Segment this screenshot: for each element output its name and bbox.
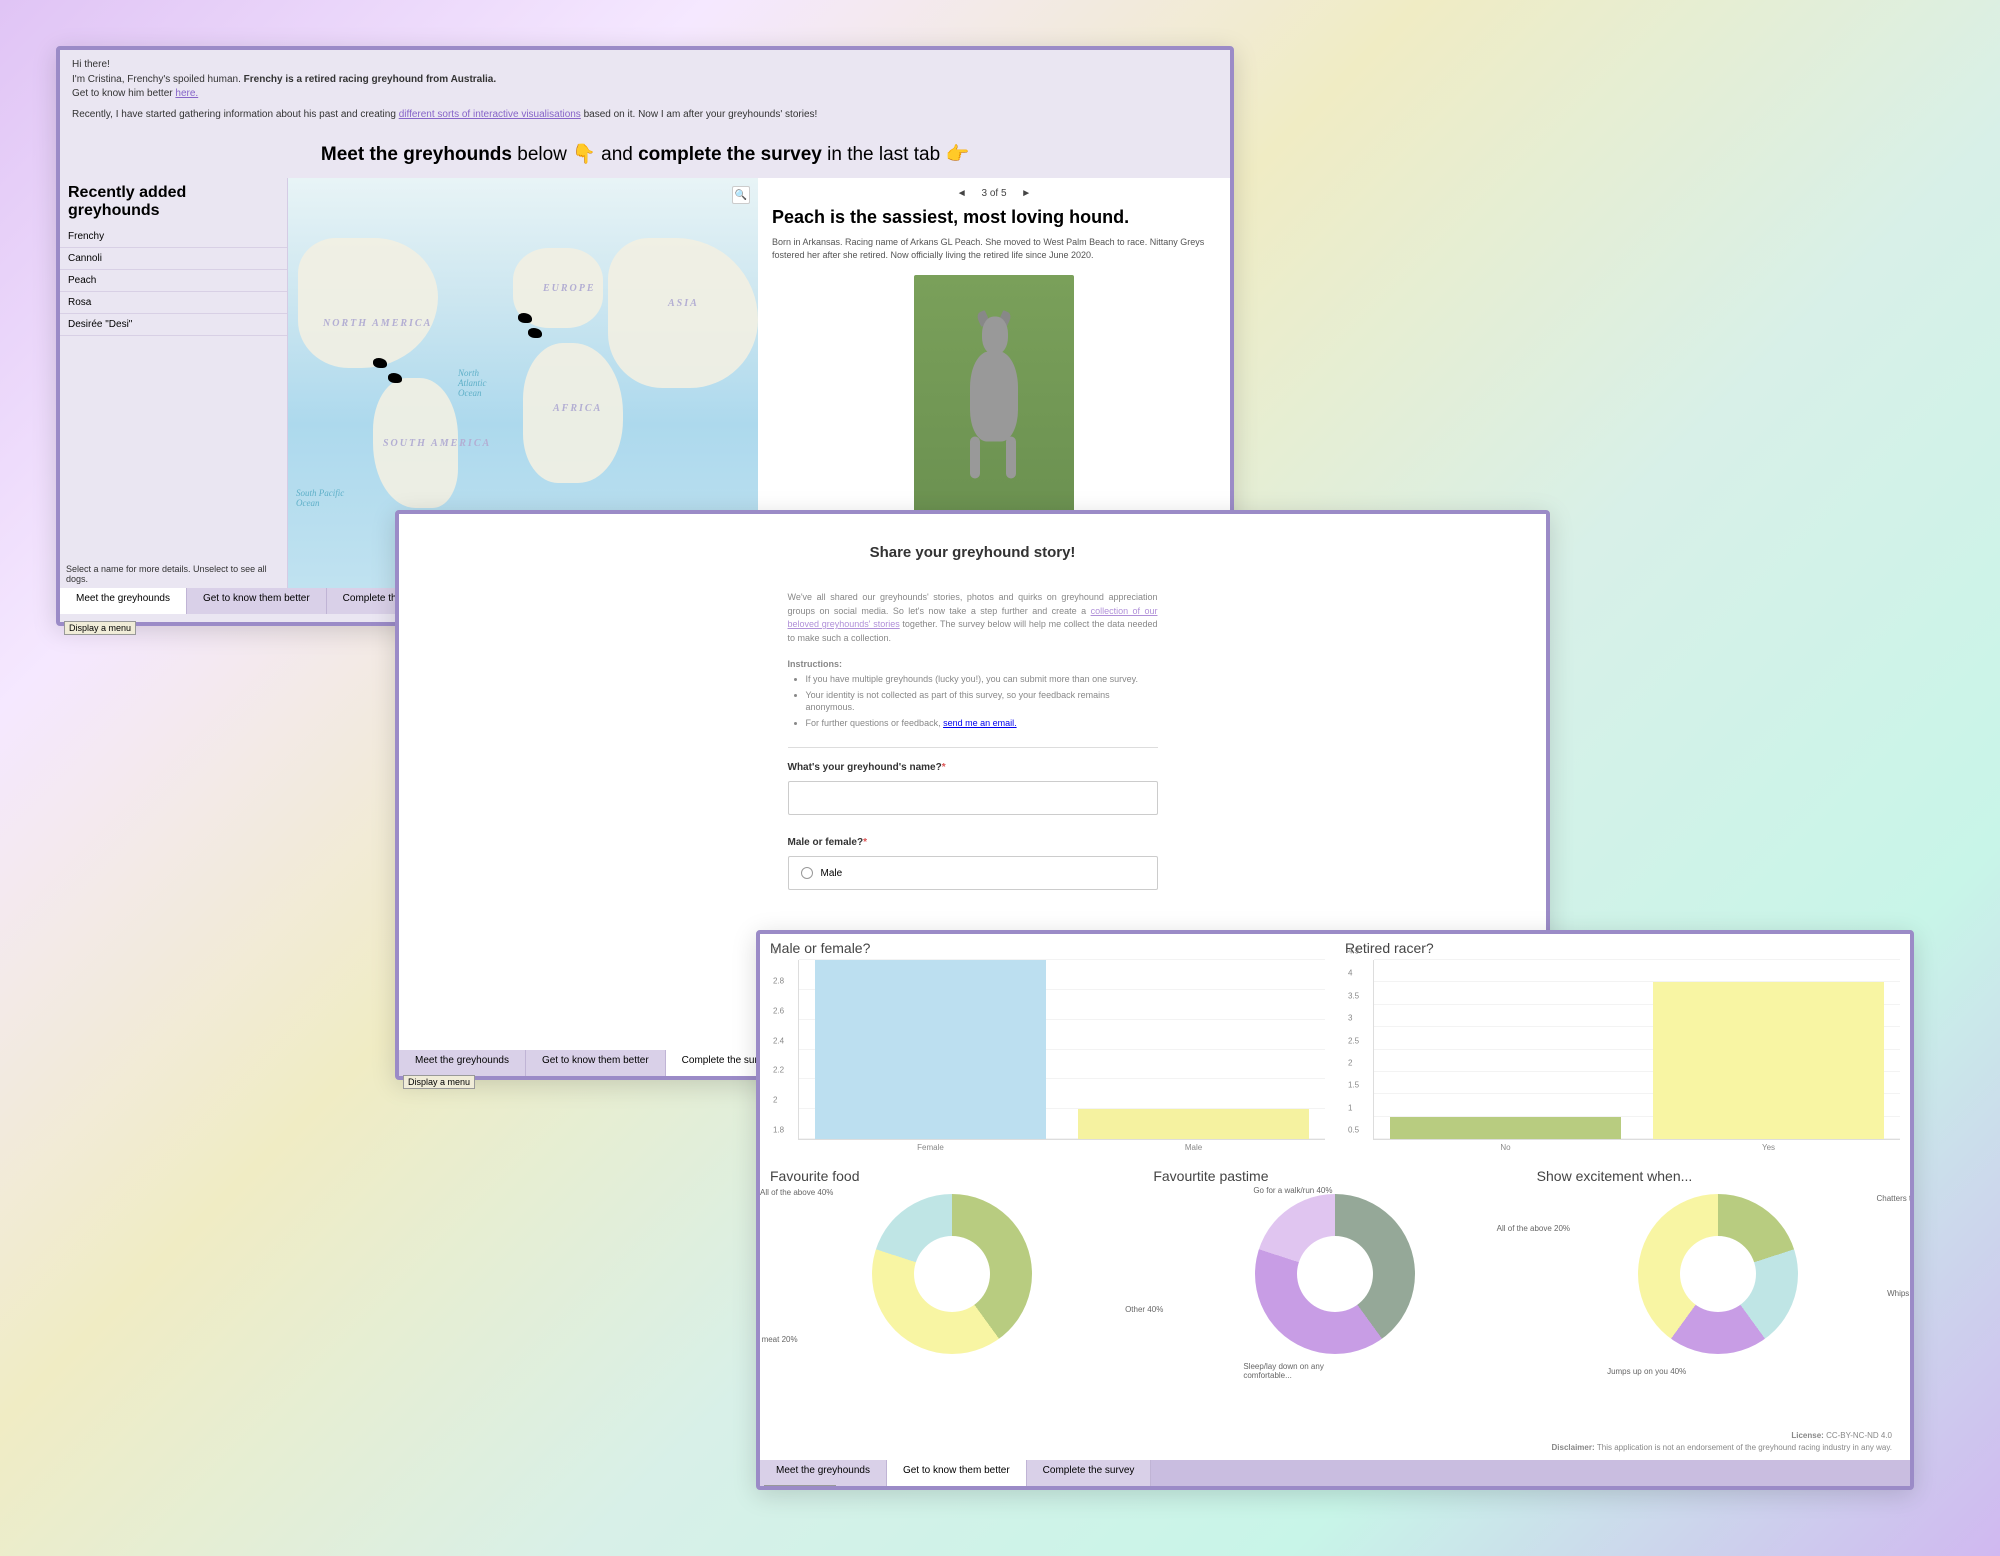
instructions-list: If you have multiple greyhounds (lucky y… [788,673,1158,729]
survey-intro: We've all shared our greyhounds' stories… [788,591,1158,645]
tab-meet[interactable]: Meet the greyhounds [60,588,187,614]
charts-window: Male or female? 1.822.22.42.62.83FemaleM… [756,930,1914,1490]
list-item[interactable]: Desirée "Desi" [60,314,287,336]
menu-tooltip: Display a menu [64,621,136,635]
map-marker-icon[interactable] [528,328,542,338]
sidebar-title: Recently added greyhounds [60,178,287,226]
radio-male[interactable]: Male [788,856,1158,890]
intro-text: Hi there! I'm Cristina, Frenchy's spoile… [60,50,1230,130]
list-item[interactable]: Cannoli [60,248,287,270]
map-marker-icon[interactable] [373,358,387,368]
footer-notes: License: CC-BY-NC-ND 4.0 Disclaimer: Thi… [770,1426,1900,1458]
sidebar: Recently added greyhounds Frenchy Cannol… [60,178,288,588]
radio-icon [801,867,813,879]
question-gender: Male or female?* [788,837,1158,848]
map-marker-icon[interactable] [518,313,532,323]
tab-know[interactable]: Get to know them better [526,1050,666,1076]
email-link[interactable]: send me an email. [943,718,1017,728]
instructions-heading: Instructions: [788,659,1158,669]
tab-survey[interactable]: Complete the survey [1027,1460,1152,1486]
list-item[interactable]: Rosa [60,292,287,314]
tab-know[interactable]: Get to know them better [887,1460,1027,1486]
map-search-icon[interactable]: 🔍 [732,186,750,204]
greyhound-list: Frenchy Cannoli Peach Rosa Desirée "Desi… [60,226,287,560]
sidebar-hint: Select a name for more details. Unselect… [60,560,287,588]
greyhound-photo [914,275,1074,535]
chart-excitement: Show excitement when... All of the above… [1537,1168,1900,1418]
list-item[interactable]: Frenchy [60,226,287,248]
chart-retired: Retired racer? 0.511.522.533.544.5NoYes [1345,940,1900,1160]
chart-gender: Male or female? 1.822.22.42.62.83FemaleM… [770,940,1325,1160]
menu-tooltip: Display a menu [403,1075,475,1089]
point-down-icon: 👇 [572,144,596,165]
tab-meet[interactable]: Meet the greyhounds [399,1050,526,1076]
list-item[interactable]: Peach [60,270,287,292]
tabs-bar: Meet the greyhounds Get to know them bet… [760,1460,1910,1486]
here-link[interactable]: here. [175,88,198,99]
menu-tooltip: Display a menu [764,1485,836,1490]
question-name: What's your greyhound's name?* [788,762,1158,773]
pager-next-icon[interactable]: ► [1015,188,1037,199]
detail-title: Peach is the sassiest, most loving hound… [772,207,1216,228]
point-right-icon: 👉 [945,144,969,165]
pager-prev-icon[interactable]: ◄ [951,188,973,199]
survey-title: Share your greyhound story! [788,544,1158,561]
name-input[interactable] [788,781,1158,815]
tab-know[interactable]: Get to know them better [187,588,327,614]
visualisations-link[interactable]: different sorts of interactive visualisa… [399,109,581,120]
tab-meet[interactable]: Meet the greyhounds [760,1460,887,1486]
pager: ◄ 3 of 5 ► [772,188,1216,199]
chart-food: Favourite food All of the above 40%Other… [770,1168,1133,1418]
chart-pastime: Favourtite pastime Go for a walk/run 40%… [1153,1168,1516,1418]
detail-description: Born in Arkansas. Racing name of Arkans … [772,236,1216,261]
map-marker-icon[interactable] [388,373,402,383]
pager-text: 3 of 5 [975,188,1012,199]
hero-heading: Meet the greyhounds below 👇 and complete… [60,130,1230,178]
